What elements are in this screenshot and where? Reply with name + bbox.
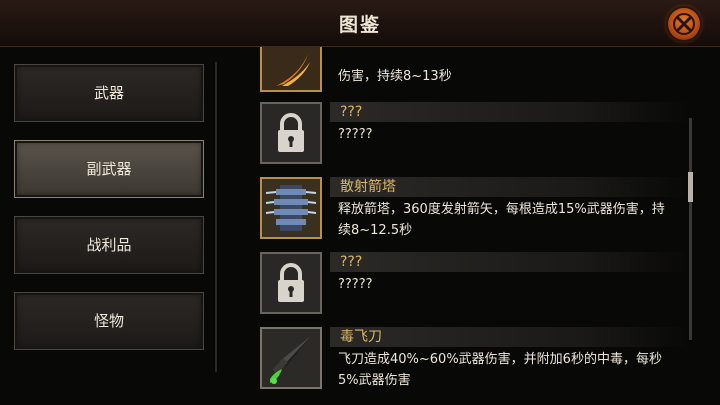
tab-weapon[interactable]: 武器 — [14, 64, 204, 122]
close-button[interactable] — [668, 8, 700, 40]
item-name: ??? — [330, 102, 690, 122]
item-name: 散射箭塔 — [330, 177, 690, 197]
tab-loot-label: 战利品 — [86, 236, 132, 254]
item-icon-frame — [260, 177, 322, 239]
header-title: 图鉴 — [338, 14, 381, 36]
panel-divider — [215, 62, 217, 372]
item-description: 释放箭塔，360度发射箭矢，每根造成15%武器伤害，持续8~12.5秒 — [338, 202, 665, 238]
tab-monster-label: 怪物 — [93, 312, 124, 330]
item-description: 飞刀造成40%~60%武器伤害，并附加6秒的中毒，每秒5%武器伤害 — [338, 352, 662, 388]
tab-weapon-label: 武器 — [93, 84, 124, 102]
item-description: 伤害，持续8~13秒 — [338, 69, 452, 84]
header-background: 图鉴 — [0, 0, 720, 47]
list-item[interactable]: 散射箭塔 释放箭塔，360度发射箭矢，每根造成15%武器伤害，持续8~12.5秒 — [260, 177, 690, 239]
list-item[interactable]: 毒飞刀 飞刀造成40%~60%武器伤害，并附加6秒的中毒，每秒5%武器伤害 — [260, 327, 690, 389]
tab-sub-weapon[interactable]: 副武器 — [14, 140, 204, 198]
arrow-tower-icon — [262, 179, 320, 237]
item-name: ??? — [330, 252, 690, 272]
item-icon-frame — [260, 327, 322, 389]
item-icon-frame — [260, 252, 322, 314]
item-description: ????? — [338, 277, 373, 292]
padlock-icon — [278, 263, 304, 302]
item-description: ????? — [338, 127, 373, 142]
tab-monster[interactable]: 怪物 — [14, 292, 204, 350]
item-icon-frame — [260, 102, 322, 164]
scrollbar-track[interactable] — [689, 118, 692, 340]
padlock-icon — [278, 113, 304, 152]
poison-dagger-icon — [262, 329, 320, 387]
list-item[interactable]: ??? ????? — [260, 102, 690, 164]
close-icon — [673, 13, 695, 35]
tab-sub-weapon-label: 副武器 — [86, 160, 132, 178]
scrollbar-thumb[interactable] — [688, 172, 693, 202]
item-name: 毒飞刀 — [330, 327, 690, 347]
tab-loot[interactable]: 战利品 — [14, 216, 204, 274]
list-item[interactable]: ??? ????? — [260, 252, 690, 314]
